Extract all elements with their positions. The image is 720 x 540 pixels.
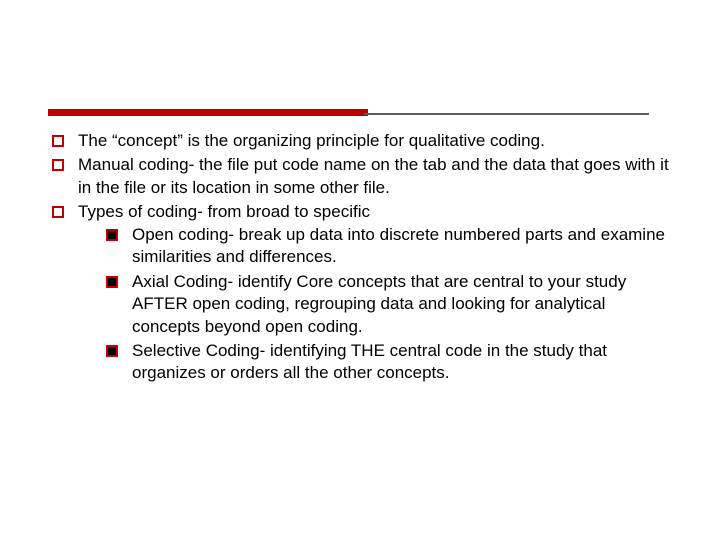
list-subitem: Axial Coding- identify Core concepts tha…: [78, 271, 672, 338]
list-item-text: Manual coding- the file put code name on…: [78, 154, 672, 199]
list-item-text: The “concept” is the organizing principl…: [78, 130, 672, 152]
rule-red-segment: [48, 109, 368, 116]
square-solid-bullet-icon: [106, 229, 118, 241]
square-open-bullet-icon: [52, 135, 64, 147]
list-subitem: Open coding- break up data into discrete…: [78, 224, 672, 269]
list-subitem-text: Open coding- break up data into discrete…: [132, 224, 672, 269]
square-solid-bullet-icon: [106, 276, 118, 288]
square-solid-bullet-icon: [106, 345, 118, 357]
square-open-bullet-icon: [52, 206, 64, 218]
divider-rule: [48, 96, 672, 116]
list-subitem: Selective Coding- identifying THE centra…: [78, 340, 672, 385]
list-subitem-text: Selective Coding- identifying THE centra…: [132, 340, 672, 385]
list-item: Manual coding- the file put code name on…: [48, 154, 672, 199]
list-item-text: Types of coding- from broad to specific: [78, 201, 672, 223]
rule-gray-segment: [364, 113, 649, 115]
list-subitem-text: Axial Coding- identify Core concepts tha…: [132, 271, 672, 338]
list-item: The “concept” is the organizing principl…: [48, 130, 672, 152]
bullet-list: The “concept” is the organizing principl…: [48, 130, 672, 387]
square-open-bullet-icon: [52, 159, 64, 171]
list-item: Types of coding- from broad to specific …: [48, 201, 672, 387]
